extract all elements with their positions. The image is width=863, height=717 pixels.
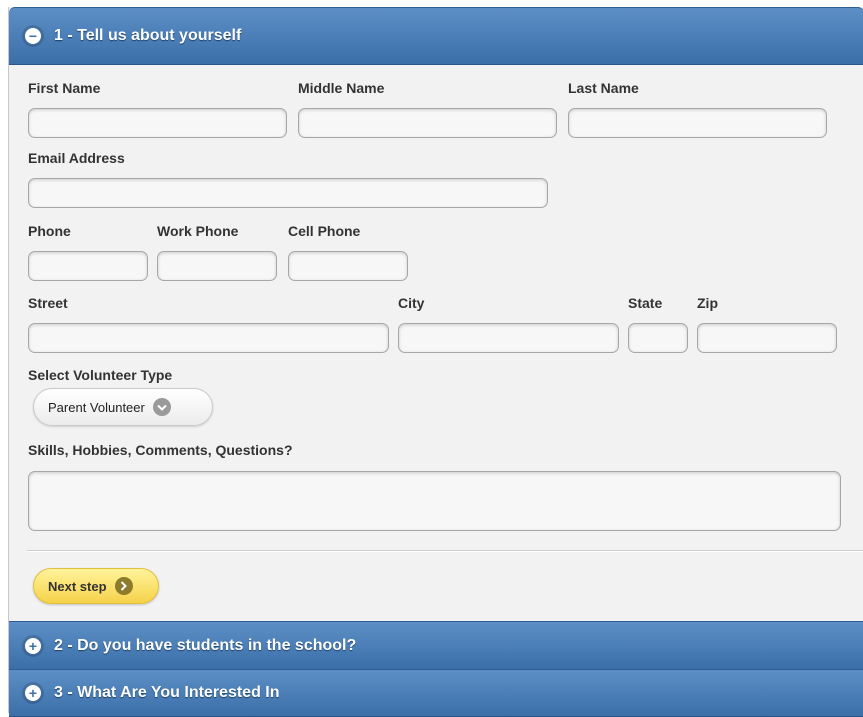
state-label: State — [628, 295, 663, 311]
phone-input[interactable] — [28, 251, 148, 281]
comments-label: Skills, Hobbies, Comments, Questions? — [28, 442, 293, 458]
zip-input[interactable] — [697, 323, 837, 353]
work-phone-input[interactable] — [157, 251, 277, 281]
section-3-title: 3 - What Are You Interested In — [54, 684, 280, 701]
plus-icon: + — [25, 685, 41, 701]
city-input[interactable] — [398, 323, 619, 353]
section-2-header[interactable]: + 2 - Do you have students in the school… — [9, 621, 863, 670]
middle-name-input[interactable] — [298, 108, 557, 138]
state-input[interactable] — [628, 323, 688, 353]
section-1-header[interactable]: − 1 - Tell us about yourself — [9, 7, 863, 65]
section-2-title: 2 - Do you have students in the school? — [54, 636, 357, 654]
arrow-right-icon — [114, 577, 133, 595]
comments-textarea[interactable] — [28, 471, 841, 531]
middle-name-label: Middle Name — [298, 80, 385, 96]
section-3-header[interactable]: + 3 - What Are You Interested In — [9, 669, 863, 717]
work-phone-label: Work Phone — [157, 223, 239, 239]
next-step-label: Next step — [48, 578, 107, 594]
email-input[interactable] — [28, 178, 548, 208]
plus-icon: + — [25, 637, 41, 654]
divider — [27, 550, 863, 552]
cell-phone-input[interactable] — [288, 251, 408, 281]
first-name-label: First Name — [28, 80, 101, 96]
volunteer-type-label: Select Volunteer Type — [28, 367, 173, 383]
minus-icon: − — [25, 28, 41, 44]
section-1-title: 1 - Tell us about yourself — [54, 27, 242, 44]
street-label: Street — [28, 295, 68, 311]
volunteer-type-select[interactable]: Parent Volunteer — [33, 388, 213, 426]
last-name-input[interactable] — [568, 108, 827, 138]
phone-label: Phone — [28, 223, 71, 239]
city-label: City — [398, 295, 425, 311]
chevron-down-icon — [152, 398, 171, 416]
last-name-label: Last Name — [568, 80, 639, 96]
cell-phone-label: Cell Phone — [288, 223, 361, 239]
street-input[interactable] — [28, 323, 389, 353]
volunteer-form-accordion: − 1 - Tell us about yourself First Name … — [8, 7, 863, 717]
next-step-button[interactable]: Next step — [33, 568, 159, 604]
email-label: Email Address — [28, 150, 125, 166]
volunteer-type-value: Parent Volunteer — [48, 399, 145, 415]
zip-label: Zip — [697, 295, 718, 311]
first-name-input[interactable] — [28, 108, 287, 138]
